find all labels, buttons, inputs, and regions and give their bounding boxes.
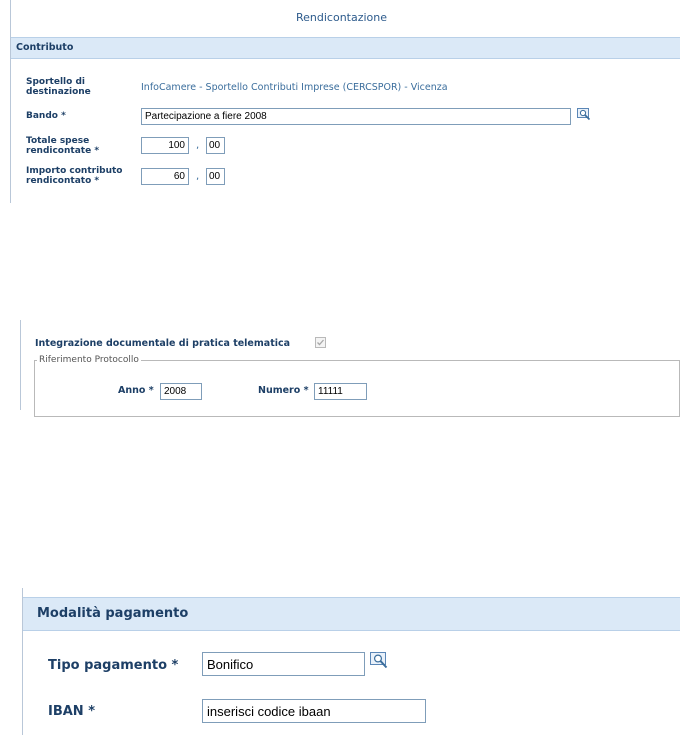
numero-input[interactable]: [314, 383, 367, 400]
importo-dec-input[interactable]: [206, 168, 225, 185]
contributo-title: Contributo: [16, 42, 74, 53]
anno-label: Anno *: [118, 385, 154, 396]
iban-label: IBAN *: [48, 704, 96, 719]
bando-lookup-icon[interactable]: [577, 108, 591, 121]
tipo-pagamento-label: Tipo pagamento *: [48, 658, 179, 673]
pagamento-header: Modalità pagamento: [23, 597, 680, 631]
tipo-pagamento-input[interactable]: [202, 652, 365, 676]
totale-int-input[interactable]: [141, 137, 189, 154]
integrazione-label: Integrazione documentale di pratica tele…: [35, 338, 291, 349]
left-border-2: [20, 320, 21, 410]
contributo-header: Contributo: [11, 37, 680, 59]
pagamento-title: Modalità pagamento: [37, 606, 189, 621]
bando-label: Bando *: [26, 111, 66, 121]
anno-input[interactable]: [160, 383, 202, 400]
importo-label: Importo contributo rendicontato *: [26, 166, 123, 186]
riferimento-protocollo-legend: Riferimento Protocollo: [39, 355, 139, 365]
integrazione-checkbox[interactable]: [315, 337, 326, 348]
totale-decimal-sep: ,: [196, 140, 200, 151]
iban-input[interactable]: [202, 699, 426, 723]
sportello-label: Sportello di destinazione: [26, 77, 91, 97]
numero-label: Numero *: [258, 385, 309, 396]
tipo-pagamento-lookup-icon[interactable]: [370, 652, 388, 669]
totale-label: Totale spese rendicontate *: [26, 136, 100, 156]
sportello-value: InfoCamere - Sportello Contributi Impres…: [141, 82, 448, 93]
importo-int-input[interactable]: [141, 168, 189, 185]
totale-dec-input[interactable]: [206, 137, 225, 154]
left-border-1: [10, 0, 11, 203]
page-title: Rendicontazione: [295, 11, 388, 24]
importo-decimal-sep: ,: [196, 171, 200, 182]
bando-input[interactable]: [141, 108, 571, 125]
